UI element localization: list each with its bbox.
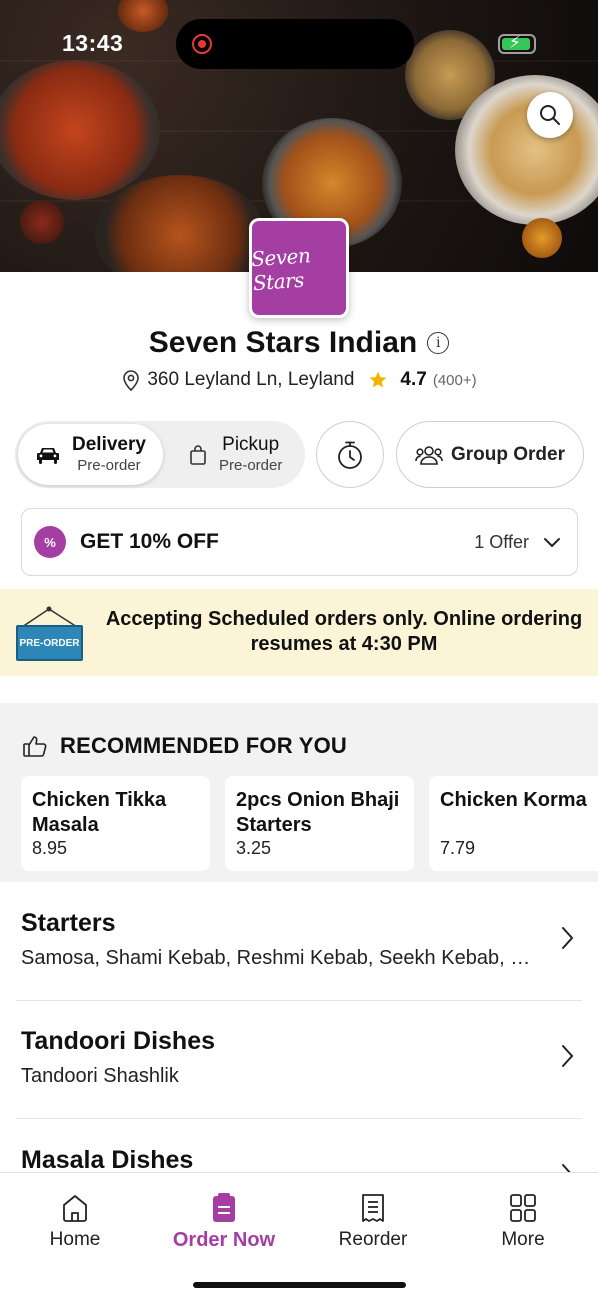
recommended-item[interactable]: 2pcs Onion Bhaji Starters 3.25: [225, 776, 414, 871]
thumbs-up-icon: [23, 736, 47, 757]
chevron-right-icon: [562, 1045, 574, 1067]
offer-card[interactable]: % GET 10% OFF 1 Offer: [21, 508, 578, 576]
category-title: Masala Dishes: [21, 1146, 194, 1174]
schedule-timer-button[interactable]: [316, 421, 384, 488]
grid-icon: [510, 1194, 536, 1222]
category-description: Samosa, Shami Kebab, Reshmi Kebab, Seekh…: [21, 947, 536, 969]
restaurant-address[interactable]: 360 Leyland Ln, Leyland: [147, 369, 354, 391]
banner-message: Accepting Scheduled orders only. Online …: [105, 608, 583, 655]
preorder-banner: PRE-ORDER Accepting Scheduled orders onl…: [0, 589, 598, 676]
food-dish-decoration: [0, 60, 160, 200]
address-row: 360 Leyland Ln, Leyland 4.7 (400+): [0, 369, 598, 391]
review-count: (400+): [432, 371, 477, 389]
rating-value: 4.7: [400, 369, 427, 390]
food-dish-decoration: [118, 0, 168, 32]
recommended-item-name: Chicken Tikka Masala: [32, 789, 167, 836]
info-icon[interactable]: i: [427, 332, 450, 354]
recording-indicator-icon: [192, 34, 212, 54]
search-icon: [540, 105, 560, 125]
nav-reorder[interactable]: Reorder: [298, 1193, 448, 1251]
nav-home-label: Home: [49, 1229, 101, 1250]
location-pin-icon: [123, 370, 140, 391]
recommended-item-price: 7.79: [440, 838, 476, 858]
recommended-section: RECOMMENDED FOR YOU Chicken Tikka Masala…: [0, 703, 598, 882]
category-row-starters[interactable]: Starters Samosa, Shami Kebab, Reshmi Keb…: [0, 882, 598, 1001]
discount-badge-icon: %: [34, 526, 66, 558]
food-dish-decoration: [95, 175, 265, 272]
recommended-item-price: 8.95: [32, 838, 68, 858]
delivery-option[interactable]: Delivery Pre-order: [18, 424, 163, 485]
battery-icon: ⚡: [498, 33, 536, 54]
category-row-tandoori-dishes[interactable]: Tandoori Dishes Tandoori Shashlik: [0, 1000, 598, 1119]
nav-more[interactable]: More: [448, 1193, 598, 1251]
nav-more-label: More: [501, 1229, 545, 1250]
pickup-subtitle: Pre-order: [219, 456, 283, 474]
nav-order-now-label: Order Now: [172, 1229, 276, 1251]
offer-title: GET 10% OFF: [80, 530, 219, 553]
recommended-item-name: Chicken Korma: [440, 789, 587, 811]
category-title: Tandoori Dishes: [21, 1027, 216, 1055]
delivery-title: Delivery: [72, 434, 146, 456]
recommended-item[interactable]: Chicken Tikka Masala 8.95: [21, 776, 210, 871]
preorder-sign-text: PRE-ORDER: [16, 625, 83, 661]
category-description: Tandoori Shashlik: [21, 1065, 179, 1087]
home-icon: [63, 1195, 87, 1222]
recommended-item-name: 2pcs Onion Bhaji Starters: [236, 789, 400, 836]
pickup-option[interactable]: Pickup Pre-order: [175, 424, 303, 485]
pickup-title: Pickup: [222, 434, 280, 456]
car-icon: [37, 447, 59, 464]
dynamic-island: [176, 19, 414, 69]
chevron-down-icon: [544, 538, 560, 548]
timer-icon: [338, 441, 362, 469]
preorder-sign-icon: PRE-ORDER: [16, 606, 83, 661]
recommended-title: RECOMMENDED FOR YOU: [60, 733, 347, 758]
group-order-button[interactable]: Group Order: [396, 421, 584, 488]
nav-home[interactable]: Home: [0, 1193, 150, 1251]
bottom-navigation: Home Order Now Reorder More: [0, 1172, 598, 1300]
star-icon: [370, 371, 387, 388]
food-dish-decoration: [522, 218, 562, 258]
bag-icon: [190, 444, 206, 465]
order-icon: [213, 1193, 235, 1222]
group-icon: [415, 445, 443, 465]
recommended-item-price: 3.25: [236, 838, 272, 858]
recommended-header: RECOMMENDED FOR YOU: [22, 733, 347, 759]
search-button[interactable]: [527, 92, 573, 138]
receipt-icon: [362, 1194, 384, 1222]
restaurant-name: Seven Stars Indian: [148, 326, 418, 359]
category-title: Starters: [21, 909, 116, 937]
food-dish-decoration: [20, 200, 64, 244]
logo-text: Seven Stars: [250, 243, 312, 296]
status-time: 13:43: [62, 30, 124, 56]
restaurant-logo: Seven Stars: [249, 218, 349, 318]
nav-reorder-label: Reorder: [338, 1229, 408, 1250]
offer-count: 1 Offer: [474, 531, 529, 552]
food-dish-decoration: [455, 75, 598, 225]
restaurant-name-row: Seven Stars Indian i: [0, 326, 598, 360]
order-mode-toggle: Delivery Pre-order Pickup Pre-order: [15, 421, 305, 488]
home-indicator: [193, 1282, 406, 1288]
chevron-right-icon: [562, 927, 574, 949]
nav-order-now[interactable]: Order Now: [149, 1193, 299, 1252]
delivery-subtitle: Pre-order: [77, 456, 141, 474]
recommended-item[interactable]: Chicken Korma 7.79: [429, 776, 598, 871]
group-order-label: Group Order: [450, 443, 565, 465]
